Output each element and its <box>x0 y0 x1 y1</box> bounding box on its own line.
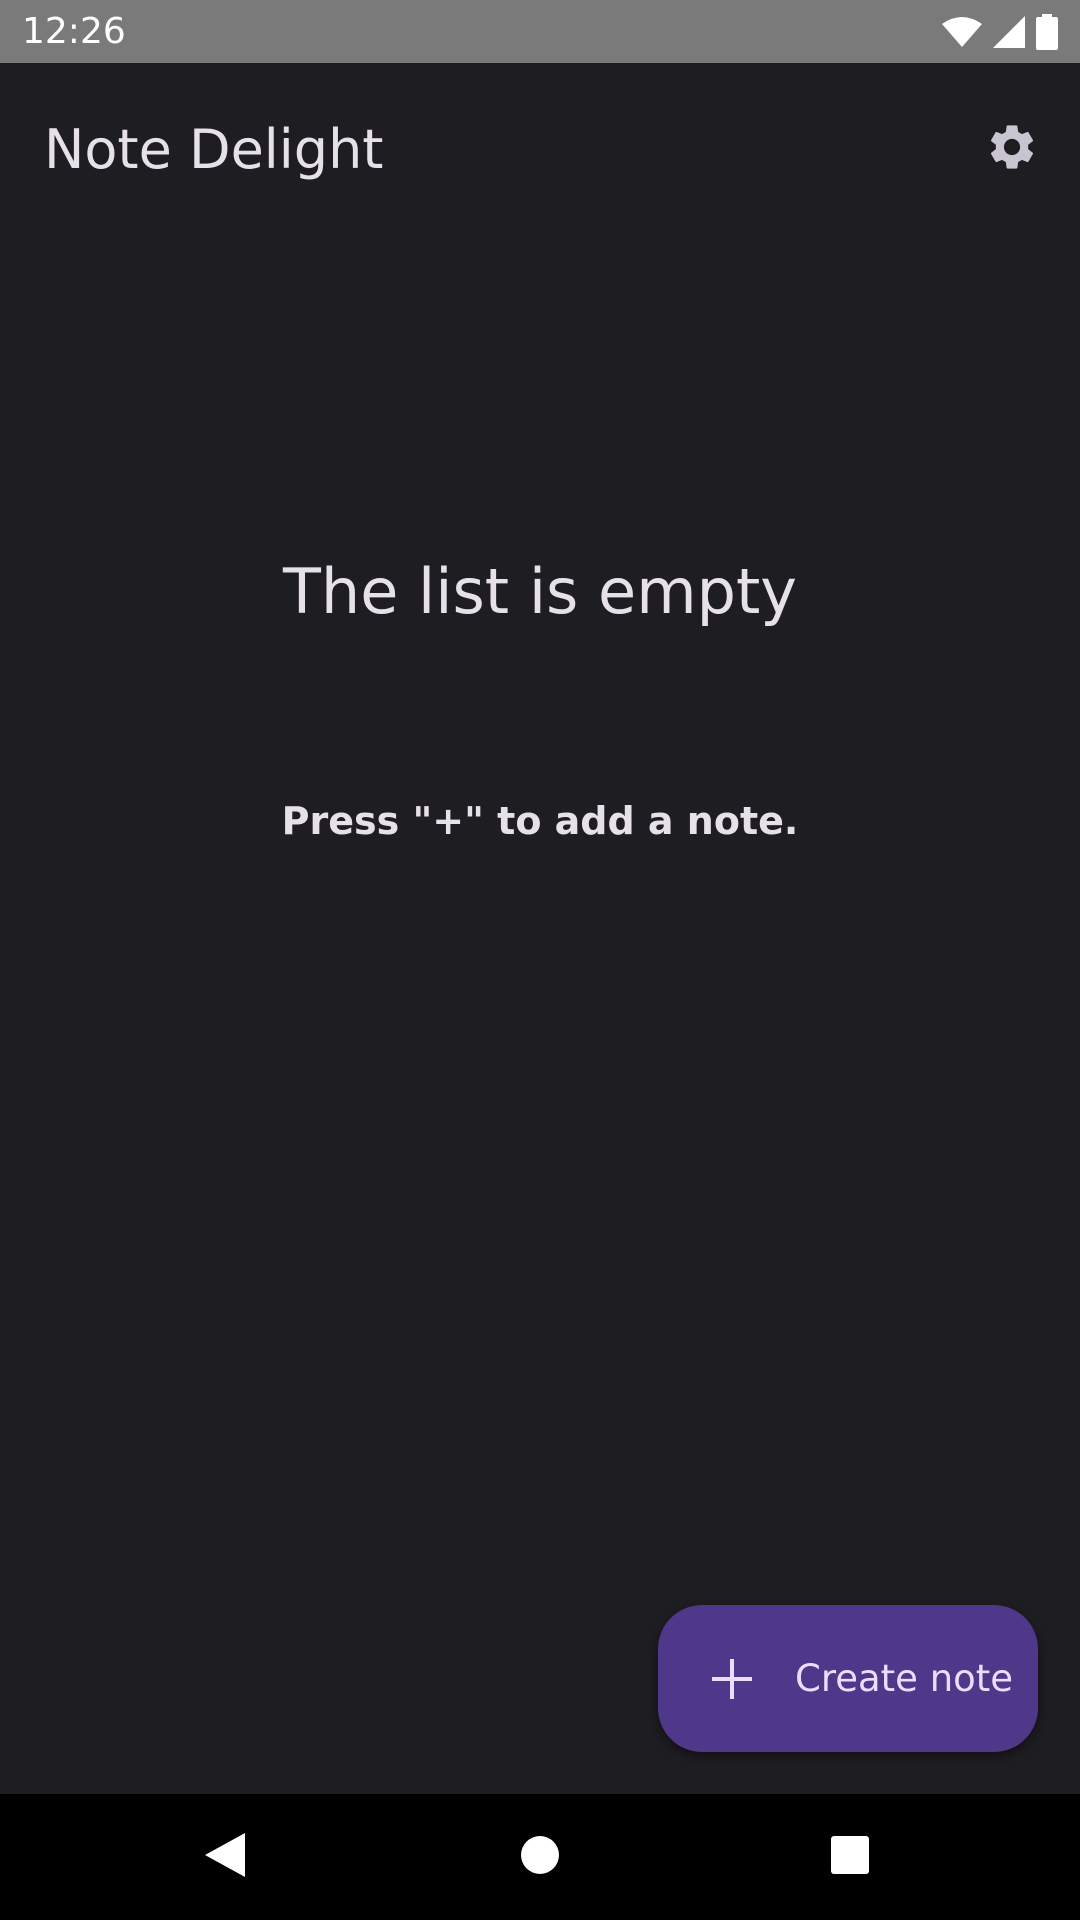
create-note-label: Create note <box>795 1656 1014 1700</box>
empty-state-subtitle: Press "+" to add a note. <box>281 799 799 843</box>
status-bar: 12:26 <box>0 0 1080 63</box>
back-button[interactable] <box>193 1825 257 1889</box>
status-time: 12:26 <box>22 11 126 52</box>
navigation-bar <box>0 1794 1080 1920</box>
battery-icon <box>1036 14 1058 50</box>
cell-signal-icon <box>992 15 1026 49</box>
home-button[interactable] <box>508 1825 572 1889</box>
back-icon <box>203 1831 247 1883</box>
create-note-button[interactable]: Create note <box>658 1605 1038 1752</box>
gear-icon <box>985 120 1039 178</box>
settings-button[interactable] <box>976 113 1048 185</box>
recents-button[interactable] <box>818 1825 882 1889</box>
home-icon <box>520 1835 560 1879</box>
app-title: Note Delight <box>44 118 384 181</box>
wifi-icon <box>942 16 982 48</box>
app-bar: Note Delight <box>0 63 1080 233</box>
status-icons <box>942 13 1058 51</box>
recents-icon <box>830 1835 870 1879</box>
screen: 12:26 Note Delight The list is empty Pre… <box>0 0 1080 1920</box>
plus-icon <box>710 1657 754 1701</box>
empty-state-title: The list is empty <box>283 555 797 628</box>
